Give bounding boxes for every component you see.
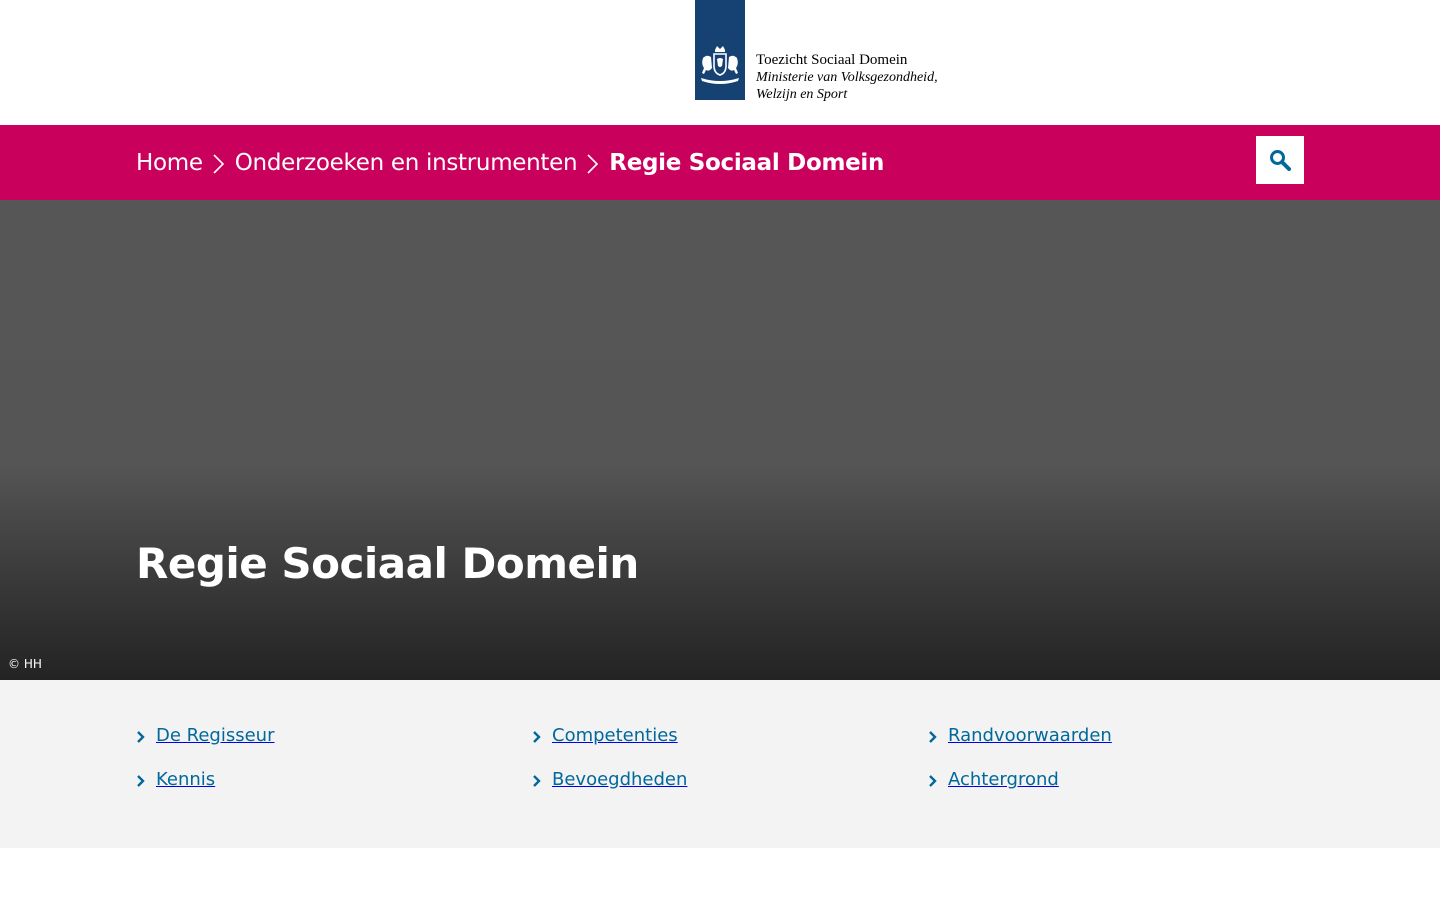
subnav-label: De Regisseur	[156, 725, 275, 746]
logo-text: Toezicht Sociaal Domein Ministerie van V…	[756, 51, 938, 103]
page-title: Regie Sociaal Domein	[136, 539, 639, 588]
site-header: Toezicht Sociaal Domein Ministerie van V…	[0, 0, 1440, 125]
hero-banner: Regie Sociaal Domein © HH	[0, 200, 1440, 680]
breadcrumb-home[interactable]: Home	[136, 150, 203, 176]
breadcrumb-onderzoeken[interactable]: Onderzoeken en instrumenten	[235, 150, 578, 176]
subnav-link-achtergrond[interactable]: Achtergrond	[928, 769, 1059, 790]
chevron-right-icon	[532, 726, 552, 746]
subnav-label: Competenties	[552, 725, 678, 746]
logo-subtitle-line-2: Welzijn en Sport	[756, 87, 848, 102]
logo-title: Toezicht Sociaal Domein	[756, 52, 908, 68]
subnav-label: Randvoorwaarden	[948, 725, 1112, 746]
subnav-label: Kennis	[156, 769, 216, 790]
subnav-label: Achtergrond	[948, 769, 1059, 790]
subpage-navigation: De Regisseur Competenties Randvoorwaarde…	[0, 680, 1440, 848]
subnav-link-randvoorwaarden[interactable]: Randvoorwaarden	[928, 725, 1112, 746]
subnav-link-bevoegdheden[interactable]: Bevoegdheden	[532, 769, 687, 790]
breadcrumb-bar: Home Onderzoeken en instrumenten Regie S…	[0, 125, 1440, 200]
chevron-right-icon	[203, 151, 235, 175]
chevron-right-icon	[136, 770, 156, 790]
breadcrumb: Home Onderzoeken en instrumenten Regie S…	[136, 147, 884, 179]
coat-of-arms-icon	[701, 46, 739, 84]
chevron-right-icon	[532, 770, 552, 790]
subnav-label: Bevoegdheden	[552, 769, 688, 790]
subnav-link-de-regisseur[interactable]: De Regisseur	[136, 725, 275, 746]
logo-block	[695, 0, 745, 100]
logo-subtitle-line-1: Ministerie van Volksgezondheid,	[756, 70, 938, 85]
chevron-right-icon	[928, 726, 948, 746]
breadcrumb-current: Regie Sociaal Domein	[609, 150, 885, 176]
image-credit: © HH	[8, 657, 42, 671]
search-button[interactable]	[1256, 136, 1304, 184]
subnav-link-kennis[interactable]: Kennis	[136, 769, 215, 790]
subnav-link-competenties[interactable]: Competenties	[532, 725, 678, 746]
search-icon	[1270, 150, 1291, 171]
chevron-right-icon	[136, 726, 156, 746]
chevron-right-icon	[928, 770, 948, 790]
chevron-right-icon	[577, 151, 609, 175]
